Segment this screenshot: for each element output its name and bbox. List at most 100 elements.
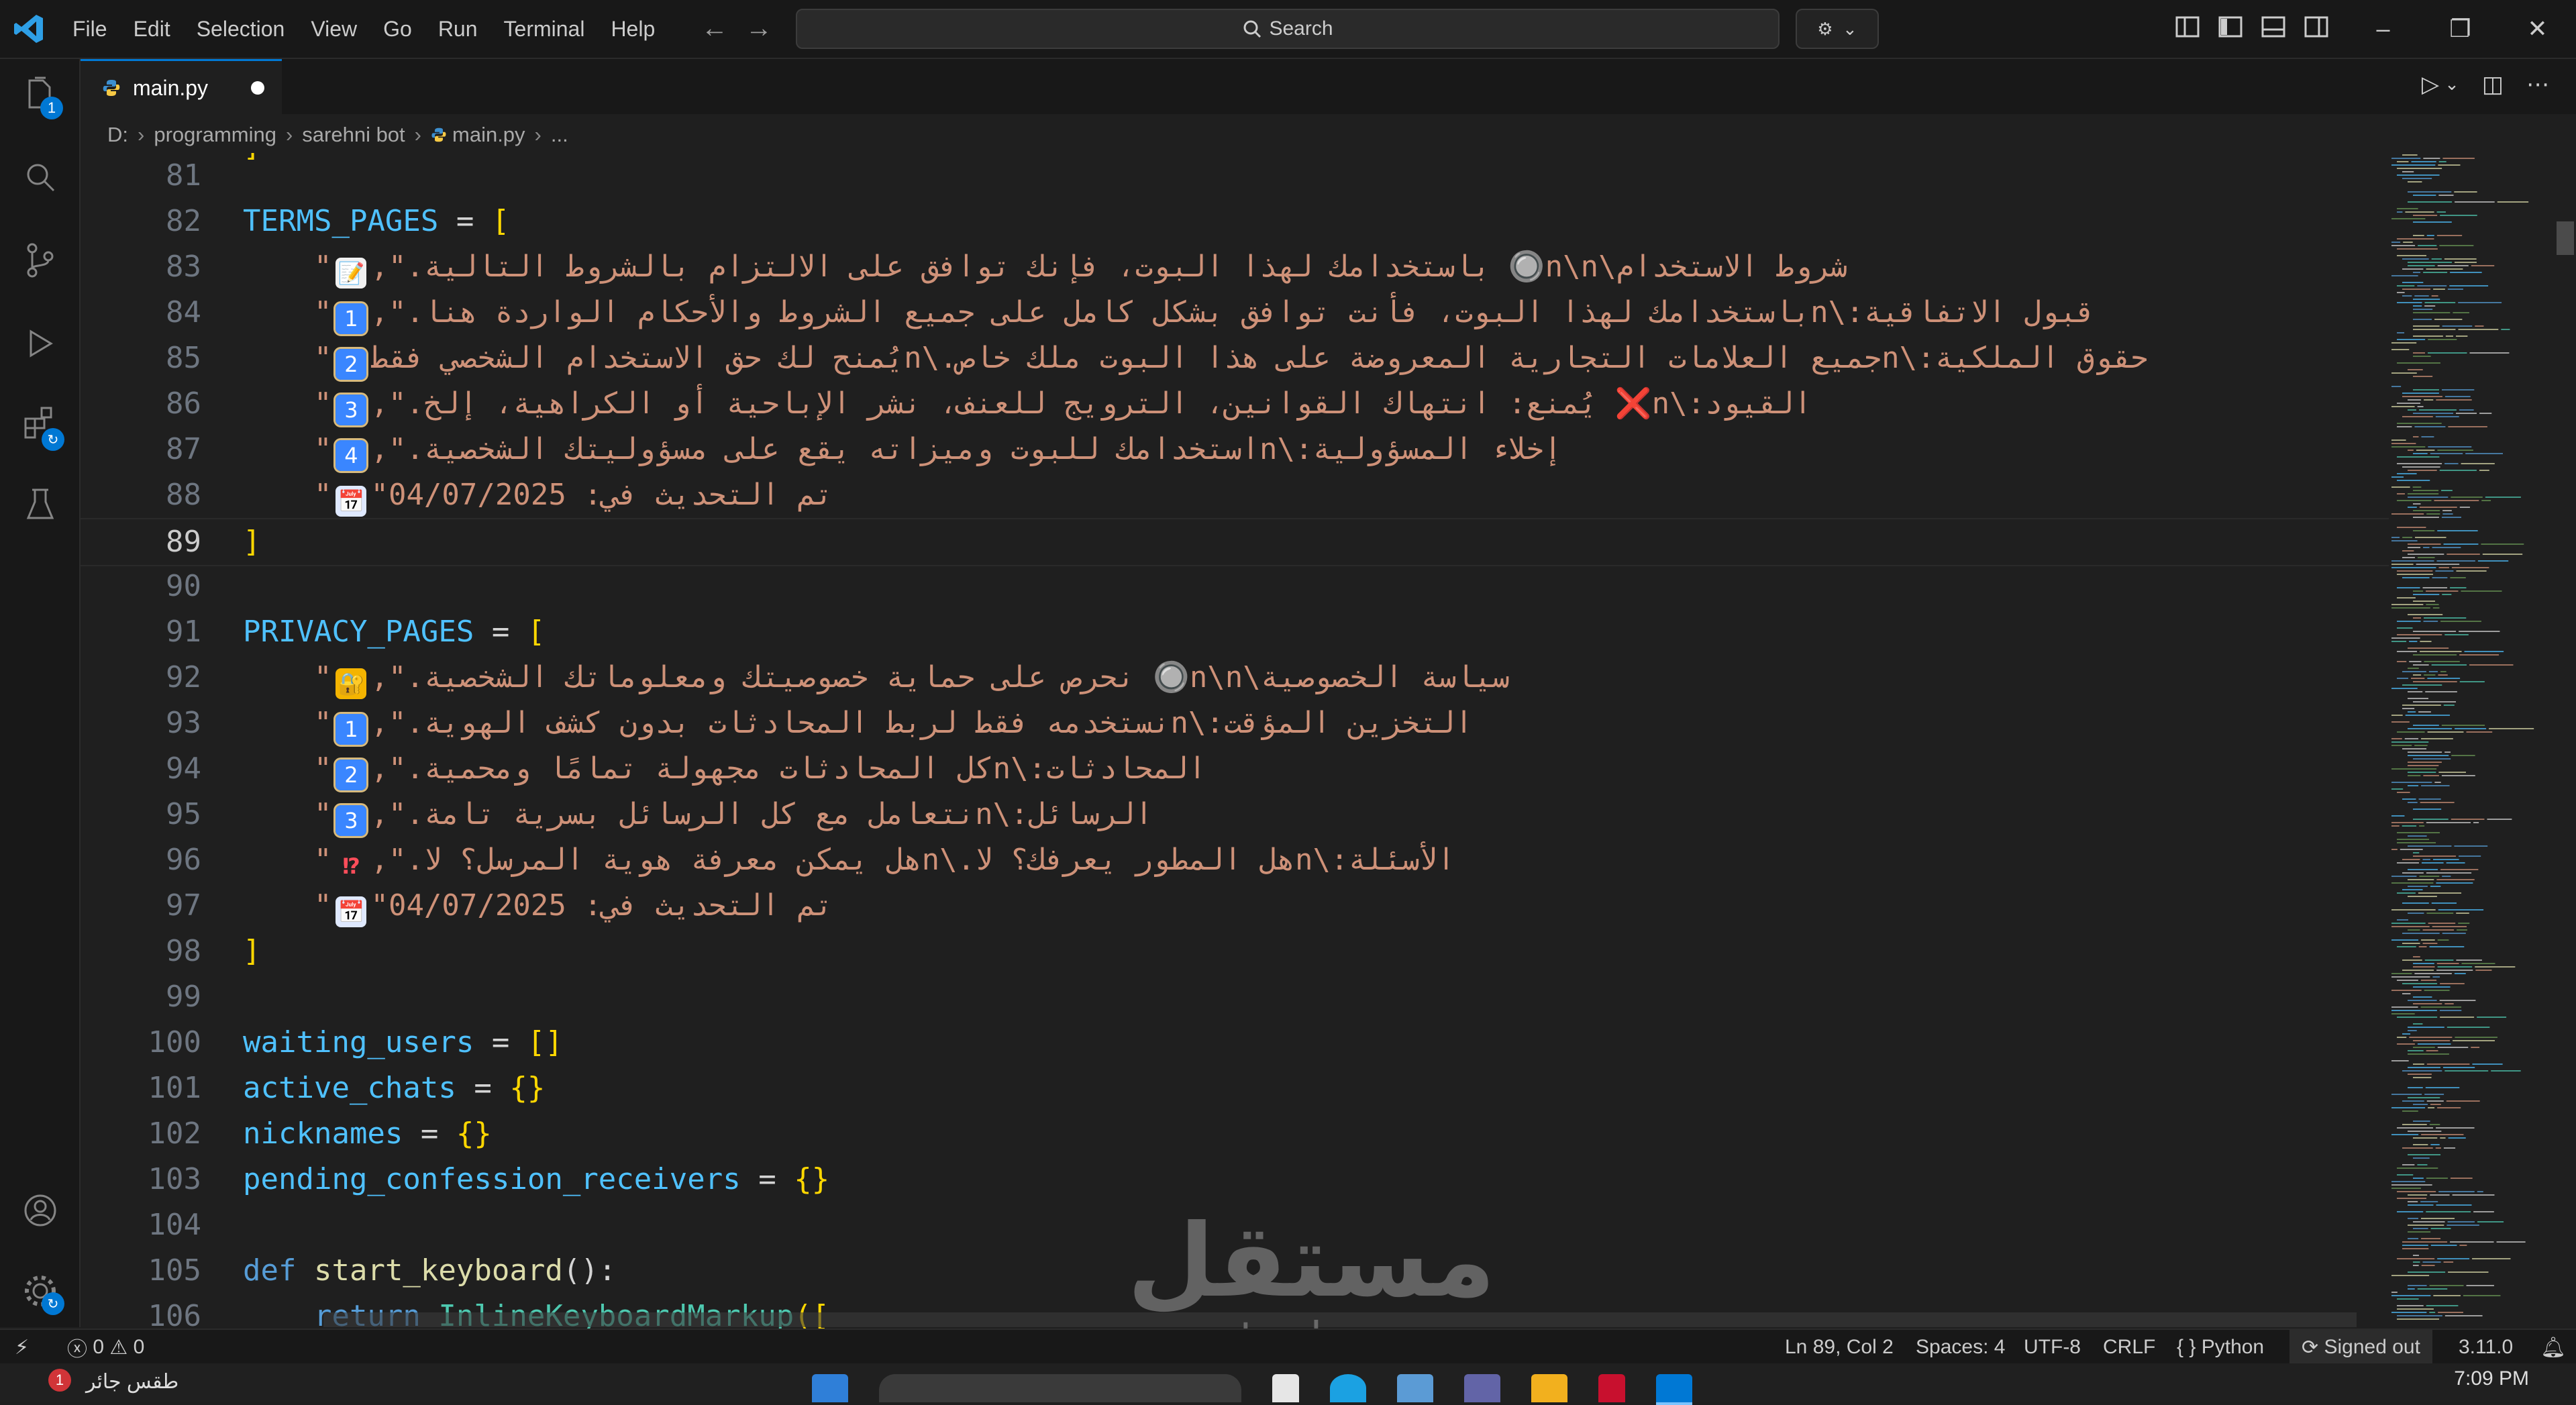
menu-terminal[interactable]: Terminal <box>504 17 585 42</box>
minimap-line <box>2413 1221 2445 1222</box>
minimap-line <box>2408 668 2419 669</box>
code-line[interactable]: 81 <box>81 153 2389 199</box>
code-line[interactable]: 82 TERMS_PAGES = [ <box>81 199 2389 244</box>
code-line[interactable]: 103 pending_confession_receivers = {} <box>81 1157 2389 1202</box>
code-line[interactable]: 85 " 2 حقوق الملكية:\nجميع العلامات التجار… <box>81 335 2389 382</box>
code-line[interactable]: 92 " 🔐 سياسة الخصوصية\n\n🔘 نحرص على حماية … <box>81 655 2389 700</box>
emoji-icon: 3 <box>333 393 369 427</box>
code-line[interactable]: 94 " 2 المحادثات:\nكل المحادثات مجهولة تما… <box>81 746 2389 792</box>
search-view-icon[interactable] <box>20 157 60 197</box>
minimap-line <box>2482 554 2523 555</box>
language-mode[interactable]: { } Python <box>2177 1330 2264 1365</box>
code-line[interactable]: 91 PRIVACY_PAGES = [ <box>81 609 2389 655</box>
copilot-button[interactable]: ⚙ ⌄ <box>1796 9 1879 49</box>
line-number: 104 <box>148 1208 201 1242</box>
cursor-position[interactable]: Ln 89, Col 2 <box>1785 1330 1894 1365</box>
line-ending[interactable]: CRLF <box>2103 1330 2155 1365</box>
menu-help[interactable]: Help <box>611 17 655 42</box>
menu-file[interactable]: File <box>72 17 107 42</box>
code-editor[interactable]: ] 8182TERMS_PAGES = [83 "📝شروط الاستخدام… <box>81 153 2389 1329</box>
code-line[interactable]: 102 nicknames = {} <box>81 1111 2389 1157</box>
code-line[interactable]: 97 " 📅 تم التحديث في: 04/07/2025" <box>81 883 2389 929</box>
breadcrumb-drive[interactable]: D: <box>107 123 128 147</box>
minimap-line <box>2413 819 2449 820</box>
clock[interactable]: 7:09 PM <box>2454 1367 2529 1390</box>
variable-name: pending_confession_receivers <box>243 1162 741 1196</box>
toggle-panel-icon[interactable] <box>2259 12 2288 42</box>
problems-indicator[interactable]: ⓧ 0 ⚠ 0 <box>67 1330 144 1365</box>
scrollbar-thumb[interactable] <box>2557 221 2574 255</box>
split-editor-icon[interactable]: ◫ <box>2482 71 2504 98</box>
minimap-line <box>2391 926 2430 927</box>
manage-gear-icon[interactable]: ↻ <box>20 1271 64 1315</box>
menu-view[interactable]: View <box>311 17 357 42</box>
folder-icon[interactable] <box>1531 1374 1567 1402</box>
testing-icon[interactable] <box>20 484 60 525</box>
restore-icon[interactable]: ❐ <box>2422 0 2499 58</box>
vertical-scrollbar[interactable] <box>2554 153 2576 1329</box>
toggle-primary-sidebar-icon[interactable] <box>2216 12 2245 42</box>
account-status[interactable]: ⟳ Signed out <box>2289 1330 2432 1365</box>
minimap-line <box>2434 782 2441 783</box>
vscode-taskbar-icon[interactable] <box>1656 1374 1692 1405</box>
code-line[interactable]: 95 " 3 الرسائل:\nنتعامل مع كل الرسائل بسري… <box>81 792 2389 838</box>
code-line[interactable]: 101 active_chats = {} <box>81 1065 2389 1111</box>
extensions-icon[interactable]: ↻ <box>20 404 64 451</box>
code-line[interactable]: 93 " 1 التخزين المؤقت:\nنستخدمه فقط لربط ا… <box>81 700 2389 747</box>
app-icon[interactable] <box>1598 1374 1625 1402</box>
source-control-icon[interactable] <box>20 240 60 280</box>
explorer-icon[interactable]: 1 <box>20 74 63 119</box>
code-line[interactable]: 84 " 1 قبول الاتفاقية:\nباستخدامك لهذا الب… <box>81 290 2389 336</box>
code-line[interactable]: 89] <box>81 518 2389 566</box>
teams-icon[interactable] <box>1464 1374 1500 1402</box>
code-line[interactable]: 83 " 📝 شروط الاستخدام\n\n🔘 باستخدامك لهذا … <box>81 244 2389 290</box>
accounts-icon[interactable] <box>20 1190 60 1231</box>
minimap-line <box>2417 557 2435 558</box>
breadcrumb-file[interactable]: main.py <box>452 123 525 147</box>
forward-arrow-icon[interactable]: → <box>745 13 790 43</box>
code-line[interactable]: 88 " 📅 تم التحديث في: 04/07/2025" <box>81 472 2389 518</box>
code-line[interactable]: 86 " 3 القيود:\n❌ يُمنع: انتهاك القوانين، … <box>81 381 2389 427</box>
task-view-icon[interactable] <box>1272 1374 1299 1402</box>
assignment-operator: = <box>403 1116 456 1151</box>
code-line[interactable]: 98] <box>81 929 2389 974</box>
edge-icon[interactable] <box>1330 1374 1366 1402</box>
code-line[interactable]: 100 waiting_users = [] <box>81 1020 2389 1065</box>
minimap-line <box>2408 1067 2440 1068</box>
code-line[interactable]: 90 <box>81 564 2389 609</box>
notifications-bell-icon[interactable]: 🔔︎ <box>2540 1330 2566 1365</box>
indentation[interactable]: Spaces: 4 <box>1916 1330 2005 1365</box>
start-icon[interactable] <box>812 1374 848 1402</box>
remote-indicator-icon[interactable]: ⚡ <box>15 1330 29 1365</box>
minimap[interactable] <box>2389 153 2554 1329</box>
breadcrumb-folder-sarehni-bot[interactable]: sarehni bot <box>302 123 405 147</box>
code-line[interactable]: 96 " ⁉ الأسئلة:\nهل المطور يعرفك؟ لا.\nهل … <box>81 837 2389 883</box>
menu-run[interactable]: Run <box>438 17 478 42</box>
code-line[interactable]: 99 <box>81 974 2389 1020</box>
toggle-secondary-sidebar-icon[interactable] <box>2302 12 2331 42</box>
more-actions-icon[interactable]: ⋯ <box>2526 71 2549 98</box>
python-version[interactable]: 3.11.0 <box>2459 1330 2513 1365</box>
minimap-line <box>2442 876 2451 877</box>
menu-edit[interactable]: Edit <box>134 17 170 42</box>
command-center-search[interactable]: Search <box>796 9 1780 49</box>
run-python-file-icon[interactable]: ▷ <box>2422 71 2439 98</box>
store-icon[interactable] <box>1397 1374 1433 1402</box>
customize-layout-icon[interactable] <box>2173 12 2202 42</box>
breadcrumb-more[interactable]: ... <box>551 123 568 147</box>
taskbar-search-icon[interactable] <box>879 1374 1241 1402</box>
encoding[interactable]: UTF-8 <box>2024 1330 2081 1365</box>
unsaved-dot-icon[interactable] <box>251 81 264 95</box>
minimize-icon[interactable]: – <box>2345 0 2422 58</box>
back-arrow-icon[interactable]: ← <box>701 13 745 43</box>
code-line[interactable]: 87 " 4 إخلاء المسؤولية:\nاستخدامك للبوت وم… <box>81 427 2389 473</box>
close-icon[interactable]: ✕ <box>2499 0 2576 58</box>
breadcrumb-folder-programming[interactable]: programming <box>154 123 276 147</box>
run-debug-icon[interactable] <box>20 323 60 364</box>
menu-selection[interactable]: Selection <box>197 17 285 42</box>
run-dropdown-chevron-icon[interactable]: ⌄ <box>2444 74 2459 98</box>
weather-widget[interactable]: طقس جائر <box>86 1370 178 1394</box>
tab-main-py[interactable]: main.py <box>81 59 282 115</box>
minimap-line <box>2426 1305 2459 1306</box>
menu-go[interactable]: Go <box>383 17 412 42</box>
